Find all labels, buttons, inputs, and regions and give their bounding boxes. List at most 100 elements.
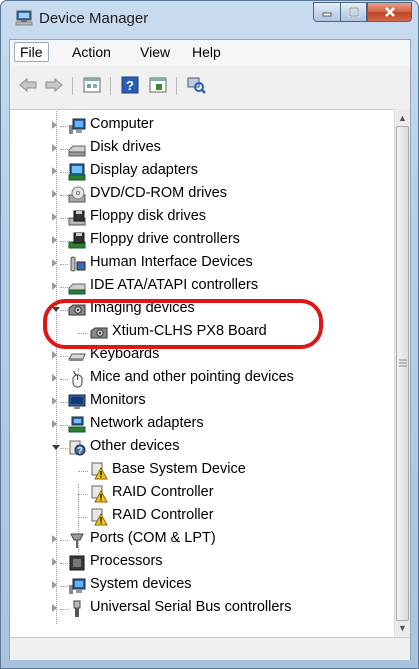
tree-item-usb-controllers[interactable]: Universal Serial Bus controllers: [10, 598, 394, 620]
expand-arrow-icon[interactable]: [52, 167, 57, 175]
tree-connector: [60, 563, 68, 565]
window-title: Device Manager: [39, 10, 149, 27]
tree-item-network-adapters[interactable]: Network adapters: [10, 414, 394, 436]
expand-arrow-icon[interactable]: [52, 282, 57, 290]
toolbar-separator: [176, 77, 177, 95]
tree-item-other-devices[interactable]: ? Other devices: [10, 437, 394, 459]
tree-item-label: Computer: [90, 116, 154, 132]
tree-item-mice[interactable]: Mice and other pointing devices: [10, 368, 394, 390]
tree-connector: [78, 517, 88, 519]
expand-arrow-icon[interactable]: [52, 397, 57, 405]
warning-device-icon: [91, 508, 108, 526]
keyboard-icon: [68, 353, 86, 361]
tree-connector: [60, 540, 68, 542]
maximize-icon: [348, 7, 359, 17]
expand-arrow-icon[interactable]: [52, 144, 57, 152]
scan-hardware-icon[interactable]: [186, 75, 206, 95]
maximize-button[interactable]: [340, 2, 367, 22]
menu-help[interactable]: Help: [192, 44, 221, 60]
tree-item-raid-controller[interactable]: RAID Controller: [10, 506, 394, 528]
computer-icon: [69, 118, 86, 134]
tree-item-label: Universal Serial Bus controllers: [90, 599, 292, 615]
tree-item-label: Network adapters: [90, 415, 204, 431]
status-bar: [10, 637, 410, 660]
tree-connector: [60, 264, 68, 266]
tree-item-computer[interactable]: Computer: [10, 115, 394, 137]
tree-item-monitors[interactable]: Monitors: [10, 391, 394, 413]
svg-text:?: ?: [77, 446, 83, 456]
warning-device-icon: [91, 485, 108, 503]
floppy-controller-icon: [68, 232, 86, 249]
expand-arrow-icon[interactable]: [52, 121, 57, 129]
tree-item-dvd-drives[interactable]: DVD/CD-ROM drives: [10, 184, 394, 206]
tree-connector: [60, 356, 68, 358]
show-hide-icon[interactable]: [148, 75, 168, 95]
tree-item-floppy-disk-drives[interactable]: Floppy disk drives: [10, 207, 394, 229]
tree-connector: [60, 287, 68, 289]
tree-item-ports[interactable]: Ports (COM & LPT): [10, 529, 394, 551]
minimize-icon: [322, 12, 332, 17]
tree-connector: [78, 494, 88, 496]
expand-arrow-icon[interactable]: [52, 535, 57, 543]
forward-arrow-icon[interactable]: [44, 75, 64, 95]
tree-item-label: System devices: [90, 576, 192, 592]
tree-connector: [60, 448, 68, 450]
tree-item-floppy-drive-controllers[interactable]: Floppy drive controllers: [10, 230, 394, 252]
expand-arrow-icon[interactable]: [52, 420, 57, 428]
tree-item-processors[interactable]: Processors: [10, 552, 394, 574]
tree-item-label: DVD/CD-ROM drives: [90, 185, 227, 201]
warning-device-icon: [91, 462, 108, 480]
tree-item-system-devices[interactable]: System devices: [10, 575, 394, 597]
close-button[interactable]: [367, 2, 412, 22]
tree-item-label: Other devices: [90, 438, 180, 454]
scrollbar-thumb[interactable]: [396, 126, 409, 621]
tree-item-label: IDE ATA/ATAPI controllers: [90, 277, 259, 293]
tree-item-label: Monitors: [90, 392, 146, 408]
tree-item-label: Mice and other pointing devices: [90, 369, 294, 385]
tree-item-human-interface-devices[interactable]: Human Interface Devices: [10, 253, 394, 275]
menu-action[interactable]: Action: [72, 44, 111, 60]
tree-item-display-adapters[interactable]: Display adapters: [10, 161, 394, 183]
expand-arrow-icon[interactable]: [52, 351, 57, 359]
grip-icon: [399, 359, 407, 367]
back-arrow-icon[interactable]: [18, 75, 38, 95]
vertical-scrollbar[interactable]: ▲ ▼: [394, 109, 410, 636]
expand-arrow-icon[interactable]: [52, 581, 57, 589]
expand-arrow-icon[interactable]: [52, 374, 57, 382]
menu-file[interactable]: File: [14, 42, 49, 62]
scroll-up-icon[interactable]: ▲: [398, 113, 407, 123]
expand-arrow-icon[interactable]: [52, 604, 57, 612]
expand-arrow-icon[interactable]: [52, 259, 57, 267]
tree-item-ide-controllers[interactable]: IDE ATA/ATAPI controllers: [10, 276, 394, 298]
system-device-icon: [69, 578, 86, 594]
collapse-arrow-icon[interactable]: [52, 445, 60, 450]
display-adapter-icon: [68, 163, 86, 181]
monitor-icon: [68, 394, 86, 409]
title-bar[interactable]: Device Manager: [1, 1, 418, 37]
tree-item-disk-drives[interactable]: Disk drives: [10, 138, 394, 160]
tree-connector: [60, 609, 68, 611]
tree-connector: [60, 195, 68, 197]
tree-item-label: Floppy drive controllers: [90, 231, 240, 247]
expand-arrow-icon[interactable]: [52, 190, 57, 198]
scroll-down-icon[interactable]: ▼: [398, 623, 407, 633]
properties-icon[interactable]: [82, 75, 102, 95]
unknown-device-icon: ?: [69, 440, 86, 456]
help-icon[interactable]: ?: [120, 75, 140, 95]
menu-view[interactable]: View: [140, 44, 170, 60]
tree-item-base-system-device[interactable]: Base System Device: [10, 460, 394, 482]
menu-bar: File Action View Help: [10, 40, 410, 66]
highlight-annotation: [43, 299, 323, 349]
minimize-button[interactable]: [313, 2, 340, 22]
toolbar: ?: [10, 68, 410, 102]
expand-arrow-icon[interactable]: [52, 213, 57, 221]
toolbar-separator: [72, 77, 73, 95]
tree-connector: [60, 425, 68, 427]
device-tree[interactable]: Computer Disk drives Display adapters DV…: [10, 109, 394, 637]
tree-item-label: Disk drives: [90, 139, 161, 155]
port-icon: [70, 533, 84, 548]
tree-item-raid-controller[interactable]: RAID Controller: [10, 483, 394, 505]
expand-arrow-icon[interactable]: [52, 236, 57, 244]
expand-arrow-icon[interactable]: [52, 558, 57, 566]
mouse-icon: [72, 370, 83, 388]
